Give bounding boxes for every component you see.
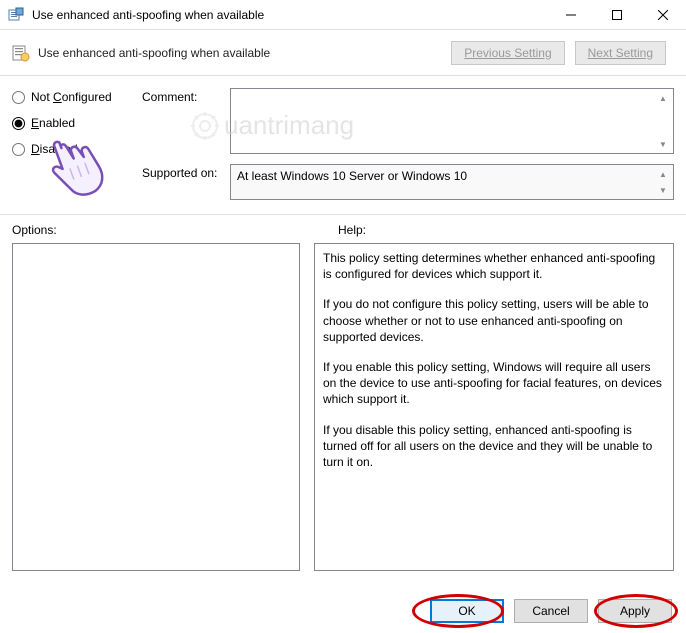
- radio-disabled[interactable]: Disabled: [12, 142, 142, 156]
- state-radio-group: Not Configured Enabled Disabled: [12, 88, 142, 214]
- radio-disabled-label: Disabled: [31, 142, 78, 156]
- help-label: Help:: [338, 223, 366, 237]
- titlebar: Use enhanced anti-spoofing when availabl…: [0, 0, 686, 30]
- options-panel: [12, 243, 300, 571]
- help-text: If you disable this policy setting, enha…: [323, 422, 665, 471]
- help-panel: This policy setting determines whether e…: [314, 243, 674, 571]
- radio-enabled-input[interactable]: [12, 117, 25, 130]
- dialog-footer: OK Cancel Apply: [430, 599, 672, 623]
- close-button[interactable]: [640, 0, 686, 29]
- supported-on-box: At least Windows 10 Server or Windows 10…: [230, 164, 674, 200]
- help-text: If you enable this policy setting, Windo…: [323, 359, 665, 408]
- scroll-up-icon[interactable]: ▲: [655, 91, 671, 105]
- scroll-down-icon[interactable]: ▼: [655, 183, 671, 197]
- radio-enabled-label: Enabled: [31, 116, 75, 130]
- panels-container: This policy setting determines whether e…: [0, 241, 686, 571]
- panel-labels: Options: Help:: [0, 215, 686, 241]
- comment-textarea[interactable]: ▲ ▼: [230, 88, 674, 154]
- policy-title: Use enhanced anti-spoofing when availabl…: [38, 46, 451, 60]
- scroll-down-icon[interactable]: ▼: [655, 137, 671, 151]
- scroll-up-icon[interactable]: ▲: [655, 167, 671, 181]
- radio-not-configured-label: Not Configured: [31, 90, 112, 104]
- minimize-button[interactable]: [548, 0, 594, 29]
- comment-label: Comment:: [142, 88, 230, 154]
- radio-not-configured[interactable]: Not Configured: [12, 90, 142, 104]
- radio-not-configured-input[interactable]: [12, 91, 25, 104]
- supported-label: Supported on:: [142, 164, 230, 200]
- window-title: Use enhanced anti-spoofing when availabl…: [32, 8, 548, 22]
- ok-button[interactable]: OK: [430, 599, 504, 623]
- radio-enabled[interactable]: Enabled: [12, 116, 142, 130]
- help-text: This policy setting determines whether e…: [323, 250, 665, 282]
- config-area: Not Configured Enabled Disabled Comment:…: [0, 76, 686, 215]
- help-text: If you do not configure this policy sett…: [323, 296, 665, 345]
- next-setting-button[interactable]: Next Setting: [575, 41, 666, 65]
- apply-button[interactable]: Apply: [598, 599, 672, 623]
- cancel-button[interactable]: Cancel: [514, 599, 588, 623]
- policy-icon: [12, 44, 30, 62]
- radio-disabled-input[interactable]: [12, 143, 25, 156]
- supported-value: At least Windows 10 Server or Windows 10: [237, 169, 467, 183]
- window-controls: [548, 0, 686, 29]
- options-label: Options:: [12, 223, 338, 237]
- previous-setting-button[interactable]: Previous Setting: [451, 41, 564, 65]
- policy-header: Use enhanced anti-spoofing when availabl…: [0, 30, 686, 76]
- maximize-button[interactable]: [594, 0, 640, 29]
- app-icon: [8, 7, 24, 23]
